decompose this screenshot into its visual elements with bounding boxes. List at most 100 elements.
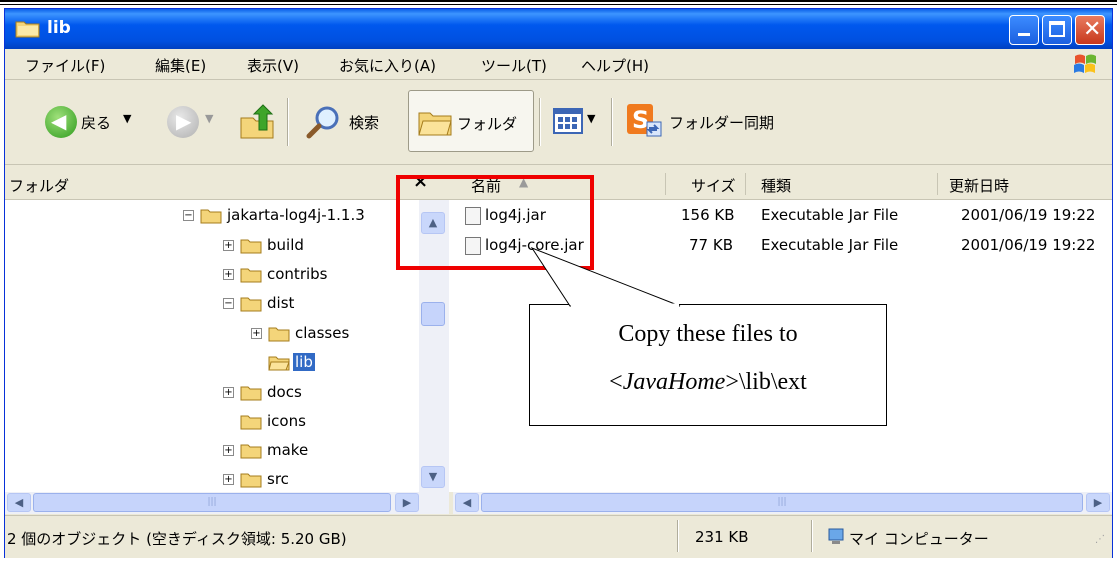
expand-icon[interactable]: + [223,387,234,398]
windows-logo-icon [1074,54,1096,73]
views-dropdown-icon[interactable]: ▼ [587,112,595,125]
tree-node-label: lib [293,353,315,371]
tree-horizontal-scrollbar[interactable]: ◀ ||| ▶ [5,492,449,514]
status-divider [677,520,679,552]
folder-icon [200,209,222,224]
column-modified[interactable]: 更新日時 [949,175,1009,196]
collapse-icon[interactable]: − [223,298,234,309]
callout-pointer [530,246,681,307]
tree-node-label: docs [267,383,302,401]
expand-icon[interactable]: + [223,445,234,456]
callout-line-1: Copy these files to [618,321,798,347]
menu-bar: ファイル(F) 編集(E) 表示(V) お気に入り(A) ツール(T) ヘルプ(… [5,49,1112,80]
column-divider[interactable] [745,173,746,195]
folder-icon [15,21,40,38]
status-location: マイ コンピューター [849,530,989,548]
expand-icon[interactable]: + [223,474,234,485]
status-divider [811,520,813,552]
forward-arrow-icon[interactable]: ▶ [167,106,199,138]
back-dropdown-icon[interactable]: ▼ [123,112,131,125]
page-top-rule-thin [0,4,1117,5]
tree-node-label: classes [295,324,350,342]
window-title: lib [47,18,71,38]
folder-sync-button-label[interactable]: フォルダー同期 [669,112,774,133]
search-icon[interactable] [305,104,341,140]
up-folder-icon[interactable] [237,102,277,142]
folder-icon [240,297,262,312]
column-type[interactable]: 種類 [761,175,791,196]
scroll-right-icon[interactable]: ▶ [395,493,419,512]
toolbar: ◀ 戻る ▼ ▶ ▼ 検索 フォルダ ▼ S フォルダー同期 [5,80,1112,165]
views-icon[interactable] [553,108,583,134]
expand-icon[interactable]: + [251,328,262,339]
tree-node-label: make [267,441,309,459]
folders-pane-title: フォルダ [9,177,70,195]
folder-icon [418,112,452,136]
forward-dropdown-icon[interactable]: ▼ [205,112,213,125]
toolbar-separator [287,98,289,146]
menu-file[interactable]: ファイル(F) [25,55,105,76]
status-size: 231 KB [695,528,749,546]
scrollbar-thumb[interactable] [421,302,445,326]
scroll-left-icon[interactable]: ◀ [7,493,31,512]
tree-node-label: icons [267,412,306,430]
menu-view[interactable]: 表示(V) [247,55,299,76]
folder-sync-icon[interactable]: S [625,102,665,140]
callout-suffix: >\lib\ext [725,369,807,395]
file-type: Executable Jar File [761,236,899,254]
scrollbar-thumb[interactable]: ||| [481,493,1083,512]
folder-icon [240,268,262,283]
close-button[interactable]: ✕ [1075,15,1105,45]
file-type: Executable Jar File [761,206,899,224]
tree-node-label: build [267,236,304,254]
callout-line-2: <JavaHome>\lib\ext [530,369,886,396]
folder-icon [240,473,262,488]
scroll-right-icon[interactable]: ▶ [1086,493,1110,512]
folder-icon [240,239,262,254]
callout-java-home: JavaHome [622,369,726,395]
scrollbar-thumb[interactable]: ||| [33,493,391,512]
my-computer-icon [828,528,844,544]
search-button-label[interactable]: 検索 [349,112,379,133]
maximize-button[interactable] [1042,15,1072,45]
expand-icon[interactable]: + [223,240,234,251]
file-modified: 2001/06/19 19:22 [961,206,1096,224]
tree-node-label: dist [267,294,295,312]
list-horizontal-scrollbar[interactable]: ◀ ||| ▶ [453,492,1112,514]
menu-edit[interactable]: 編集(E) [155,55,206,76]
column-divider[interactable] [665,173,666,195]
tree-node-label: contribs [267,265,328,283]
folders-button[interactable]: フォルダ [408,90,534,152]
file-modified: 2001/06/19 19:22 [961,236,1096,254]
folder-icon [240,386,262,401]
tree-node-label: src [267,470,289,488]
tree-node-label: jakarta-log4j-1.1.3 [227,206,365,224]
folder-icon [268,327,290,342]
status-objects: 2 個のオブジェクト (空きディスク領域: 5.20 GB) [7,530,347,548]
toolbar-separator [539,98,541,146]
back-arrow-icon[interactable]: ◀ [45,106,77,138]
folder-icon [240,415,262,430]
column-size[interactable]: サイズ [691,175,736,196]
column-divider[interactable] [937,173,938,195]
scroll-left-icon[interactable]: ◀ [455,493,479,512]
scroll-down-icon[interactable]: ▼ [421,466,445,488]
page-top-rule [0,0,1117,2]
menu-help[interactable]: ヘルプ(H) [581,55,649,76]
callout-box: Copy these files to <JavaHome>\lib\ext [529,304,887,426]
file-size: 156 KB [681,206,735,224]
folder-icon [240,444,262,459]
toolbar-separator [611,98,613,146]
folders-button-label: フォルダ [457,115,518,133]
menu-favorites[interactable]: お気に入り(A) [339,55,436,76]
folder-tree: − jakarta-log4j-1.1.3 + build + contribs… [5,200,419,492]
title-bar[interactable]: lib ✕ [5,9,1112,49]
minimize-button[interactable] [1009,15,1039,45]
status-bar: 2 個のオブジェクト (空きディスク領域: 5.20 GB) 231 KB マイ… [5,515,1112,558]
expand-icon[interactable]: + [223,269,234,280]
collapse-icon[interactable]: − [183,210,194,221]
callout-prefix: < [609,369,623,395]
resize-grip-icon[interactable]: ⋰ [1095,534,1105,545]
menu-tools[interactable]: ツール(T) [481,55,547,76]
back-button-label[interactable]: 戻る [81,112,111,133]
